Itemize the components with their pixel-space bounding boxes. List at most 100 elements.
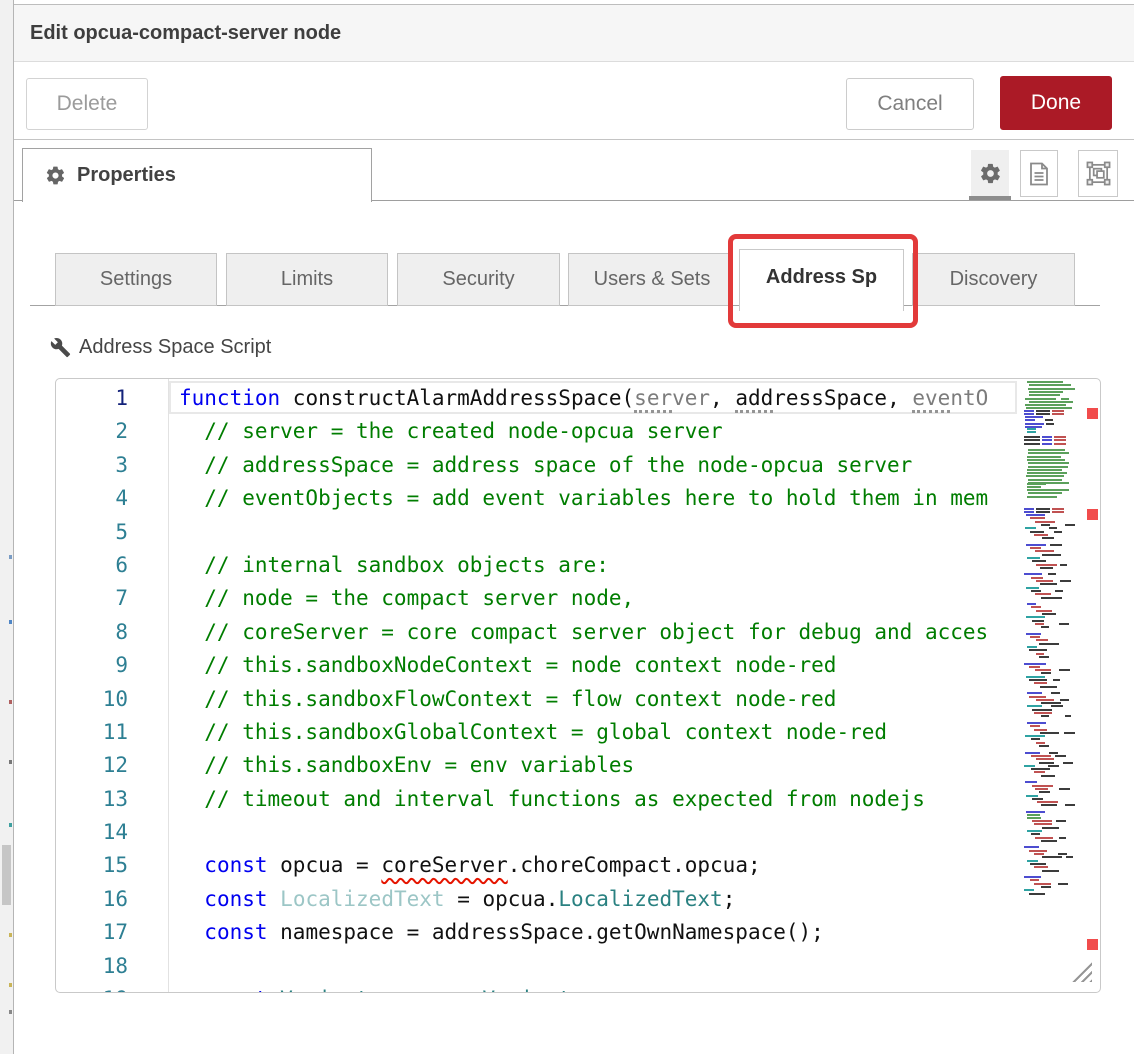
minimap-row <box>1042 436 1052 438</box>
minimap-row <box>1053 679 1059 681</box>
minimap-row <box>1059 669 1069 671</box>
minimap-row <box>1048 573 1055 575</box>
minimap-row <box>1024 876 1040 878</box>
minimap-row <box>1041 804 1057 806</box>
code-line[interactable]: const namespace = addressSpace.getOwnNam… <box>168 916 1076 949</box>
minimap-row <box>1061 401 1069 403</box>
minimap-row <box>1052 410 1064 412</box>
code-line[interactable]: function constructAlarmAddressSpace(serv… <box>168 382 1076 415</box>
description-view-button[interactable] <box>1020 150 1058 197</box>
tab-settings[interactable]: Settings <box>55 253 217 306</box>
dialog-header: Edit opcua-compact-server node <box>14 5 1134 62</box>
line-number: 3 <box>56 449 168 482</box>
code-line[interactable]: // this.sandboxEnv = env variables <box>168 749 1076 782</box>
code-line[interactable]: // this.sandboxFlowContext = flow contex… <box>168 683 1076 716</box>
line-number: 18 <box>56 950 168 983</box>
minimap-row <box>1028 462 1069 464</box>
minimap-row <box>1042 827 1059 829</box>
minimap-row <box>1028 449 1065 451</box>
delete-button[interactable]: Delete <box>26 78 148 130</box>
code-line[interactable]: // timeout and interval functions as exp… <box>168 783 1076 816</box>
minimap-row <box>1060 564 1067 566</box>
gear-icon <box>979 162 1002 185</box>
tab-users-sets[interactable]: Users & Sets <box>568 253 730 306</box>
code-line[interactable]: // internal sandbox objects are: <box>168 549 1076 582</box>
cancel-button[interactable]: Cancel <box>846 78 974 130</box>
code-line[interactable]: // addressSpace = address space of the n… <box>168 449 1076 482</box>
minimap-row <box>1027 428 1036 430</box>
error-marker[interactable] <box>1087 939 1098 950</box>
minimap-row <box>1056 820 1066 822</box>
minimap-row <box>1065 524 1075 526</box>
editor-minimap[interactable] <box>1021 381 1077 911</box>
minimap-row <box>1065 804 1075 806</box>
properties-view-button[interactable] <box>971 150 1009 197</box>
minimap-row <box>1036 653 1044 655</box>
minimap-row <box>1027 646 1037 648</box>
minimap-row <box>1041 840 1057 842</box>
error-marker[interactable] <box>1087 509 1098 520</box>
minimap-row <box>1055 590 1063 592</box>
minimap-row <box>1042 537 1054 539</box>
error-marker[interactable] <box>1087 408 1098 419</box>
minimap-row <box>1024 765 1035 767</box>
code-line[interactable]: // server = the created node-opcua serve… <box>168 415 1076 448</box>
tab-properties[interactable]: Properties <box>22 148 372 202</box>
line-number: 16 <box>56 883 168 916</box>
code-line[interactable] <box>168 950 1076 983</box>
minimap-row <box>1031 590 1041 592</box>
minimap-row <box>1026 811 1045 813</box>
tab-address-space[interactable]: Address Sp <box>739 249 904 311</box>
done-button[interactable]: Done <box>1000 76 1112 130</box>
code-line[interactable]: // eventObjects = add event variables he… <box>168 482 1076 515</box>
minimap-row <box>1036 610 1052 612</box>
minimap-row <box>1049 752 1058 754</box>
code-line[interactable] <box>168 816 1076 849</box>
minimap-row <box>1039 762 1054 764</box>
minimap-row <box>1025 752 1040 754</box>
minimap-row <box>1036 699 1055 701</box>
background-panel-strip <box>0 0 14 1054</box>
code-line[interactable]: // this.sandboxGlobalContext = global co… <box>168 716 1076 749</box>
minimap-row <box>1060 580 1071 582</box>
minimap-row <box>1026 514 1045 516</box>
minimap-row <box>1039 791 1050 793</box>
minimap-row <box>1034 853 1044 855</box>
minimap-row <box>1036 511 1050 513</box>
tab-limits[interactable]: Limits <box>226 253 388 306</box>
minimap-row <box>1058 883 1068 885</box>
code-line[interactable]: const LocalizedText = opcua.LocalizedTex… <box>168 883 1076 916</box>
dialog-content: Settings Limits Security Users & Sets Ad… <box>14 202 1134 1054</box>
group-view-button[interactable] <box>1078 150 1118 197</box>
minimap-row <box>1042 443 1052 445</box>
minimap-row <box>1040 567 1053 569</box>
minimap-row <box>1030 879 1040 881</box>
background-scrollbar-thumb[interactable] <box>2 845 11 905</box>
line-number: 19 <box>56 983 168 993</box>
tab-properties-label: Properties <box>77 164 176 187</box>
minimap-row <box>1027 860 1038 862</box>
editor-gutter: 12345678910111213141516171819 <box>56 382 168 993</box>
code-line[interactable]: // coreServer = core compact server obje… <box>168 616 1076 649</box>
minimap-row <box>1054 443 1066 445</box>
code-editor[interactable]: 12345678910111213141516171819 function c… <box>55 378 1101 993</box>
code-line[interactable]: const Variant = opcua.Variant; <box>168 983 1076 993</box>
code-line[interactable]: // this.sandboxNodeContext = node contex… <box>168 649 1076 682</box>
minimap-row <box>1030 547 1041 549</box>
code-line[interactable] <box>168 516 1076 549</box>
minimap-row <box>1028 388 1074 390</box>
minimap-row <box>1029 696 1046 698</box>
minimap-row <box>1027 722 1047 724</box>
code-line[interactable]: const opcua = coreServer.choreCompact.op… <box>168 849 1076 882</box>
minimap-row <box>1061 489 1069 491</box>
minimap-row <box>1026 676 1045 678</box>
minimap-row <box>1054 531 1062 533</box>
minimap-row <box>1039 745 1049 747</box>
minimap-row <box>1024 511 1034 513</box>
tab-security[interactable]: Security <box>397 253 560 306</box>
code-area[interactable]: function constructAlarmAddressSpace(serv… <box>168 382 1076 993</box>
code-line[interactable]: // node = the compact server node, <box>168 582 1076 615</box>
minimap-row <box>1040 686 1057 688</box>
edit-node-dialog: Edit opcua-compact-server node Delete Ca… <box>14 0 1134 1054</box>
tab-discovery[interactable]: Discovery <box>912 253 1075 306</box>
